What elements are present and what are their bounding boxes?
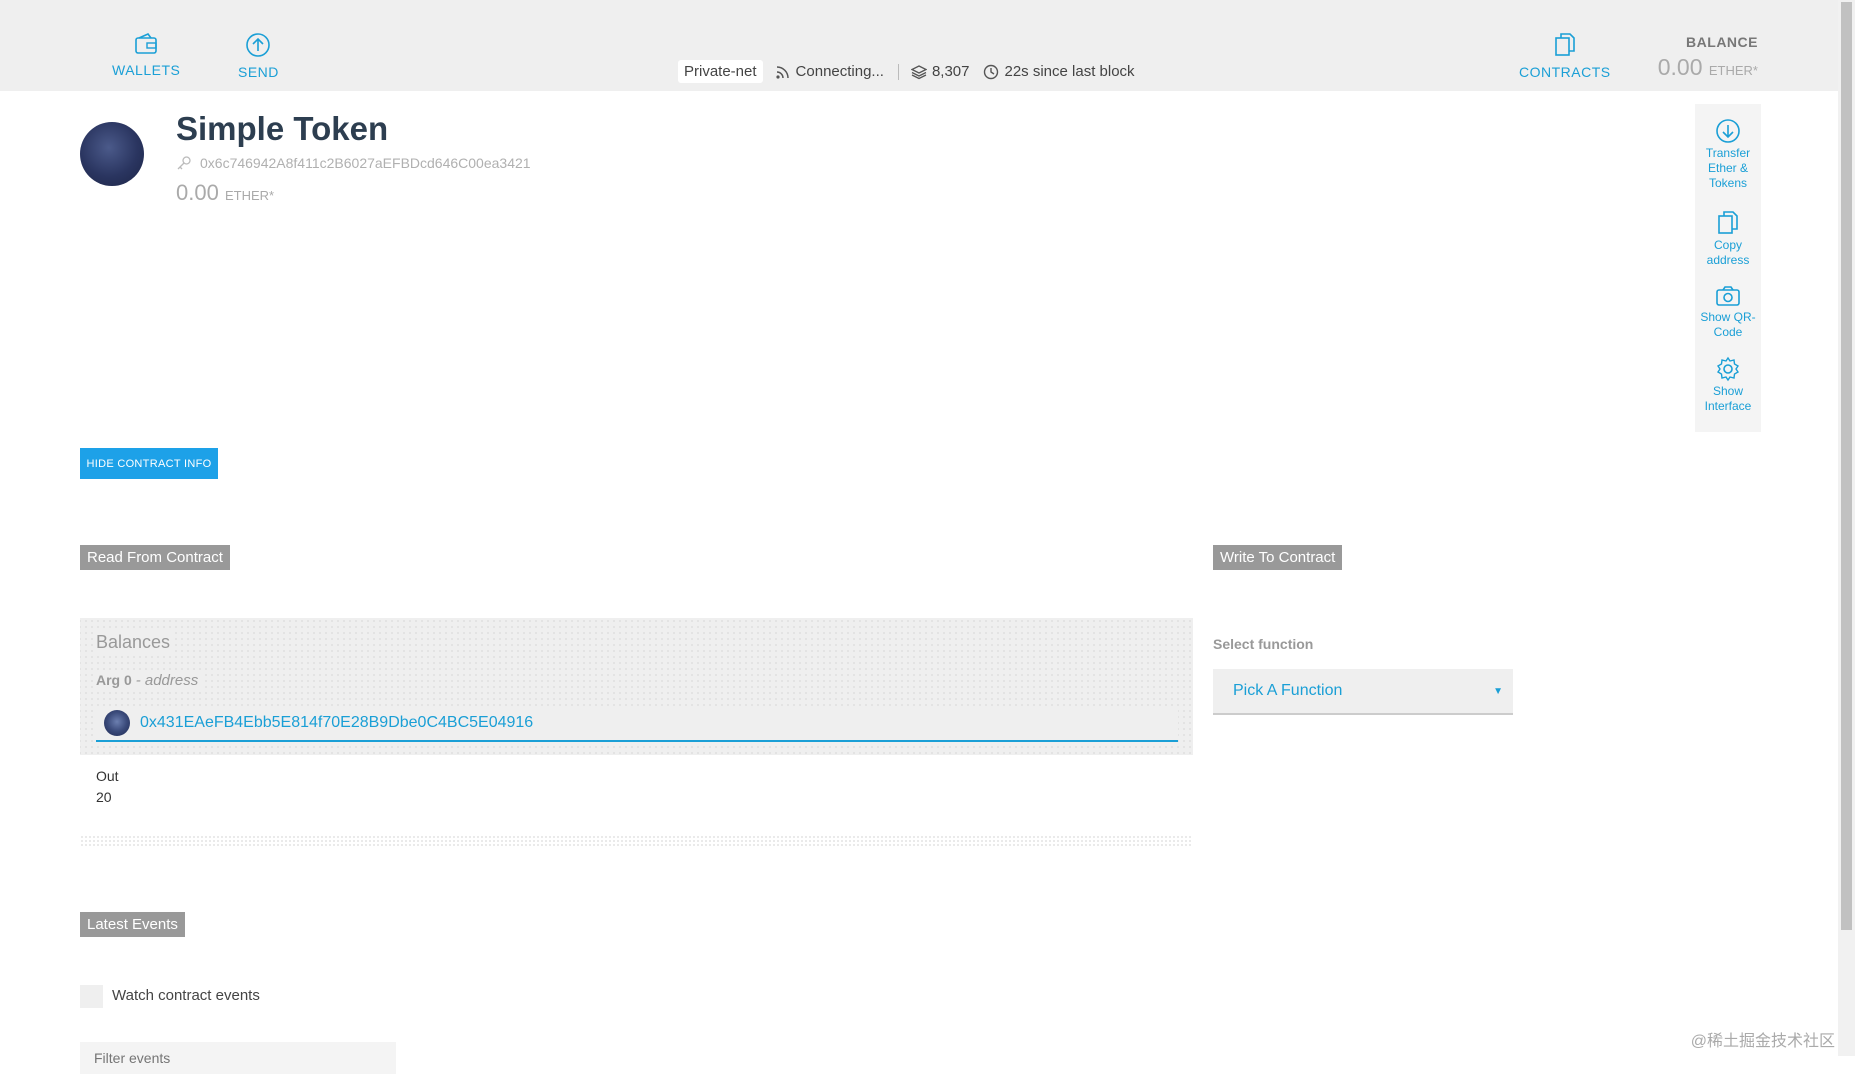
side-actions-panel: Transfer Ether & Tokens Copy address Sho… [1695, 104, 1761, 432]
watch-events-label: Watch contract events [112, 987, 260, 1004]
read-from-contract-heading: Read From Contract [80, 545, 230, 570]
interface-line-2: Interface [1704, 399, 1752, 413]
write-to-contract-heading: Write To Contract [1213, 545, 1343, 570]
transfer-ether-tokens-button[interactable]: Transfer Ether & Tokens [1695, 118, 1761, 191]
address-input[interactable]: 0x431EAeFB4Ebb5E814f70E28B9Dbe0C4BC5E049… [96, 706, 1178, 742]
watermark-text: @稀土掘金技术社区 [1690, 1033, 1835, 1050]
wallet-icon [135, 33, 157, 54]
arg-label: Arg 0 [96, 672, 132, 688]
contracts-icon [1555, 33, 1575, 56]
hide-contract-info-button[interactable]: HIDE CONTRACT INFO [80, 448, 218, 479]
send-label: SEND [238, 64, 279, 80]
arg-type: - address [135, 672, 199, 689]
transfer-line-3: Tokens [1708, 176, 1748, 190]
send-arrow-icon [246, 33, 271, 57]
rss-icon [775, 65, 789, 79]
copy-line-1: Copy [1713, 238, 1742, 252]
divider [897, 63, 899, 80]
block-number-text: 8,307 [931, 63, 970, 80]
select-function-dropdown[interactable]: Pick A Function ▼ [1213, 669, 1513, 715]
send-nav[interactable]: SEND [238, 32, 279, 80]
function-name: Balances [96, 632, 175, 653]
balance-value: 0.00 [1657, 54, 1703, 80]
block-number: 8,307 [910, 63, 970, 80]
address-input-value: 0x431EAeFB4Ebb5E814f70E28B9Dbe0C4BC5E049… [140, 714, 534, 731]
qr-line-2: Code [1713, 325, 1743, 339]
peers-status: Connecting... [775, 63, 884, 80]
select-function-value: Pick A Function [1233, 682, 1343, 699]
clock-icon [984, 64, 999, 79]
header-balance: BALANCE 0.00 ETHER* [1658, 34, 1758, 81]
output-value: 20 [96, 789, 112, 805]
layers-icon [910, 64, 927, 79]
watch-events-checkbox[interactable] [80, 985, 103, 1008]
block-time: 22s since last block [983, 63, 1135, 80]
contract-avatar [80, 122, 144, 186]
show-interface-button[interactable]: Show Interface [1695, 356, 1761, 414]
contracts-label: CONTRACTS [1519, 64, 1611, 80]
copy-line-2: address [1706, 253, 1750, 267]
latest-events-heading: Latest Events [80, 912, 185, 937]
card-footer-divider [80, 835, 1193, 847]
chevron-down-icon: ▼ [1493, 685, 1503, 697]
transfer-line-2: Ether & [1707, 161, 1749, 175]
copy-icon [1718, 211, 1738, 234]
wallets-label: WALLETS [112, 62, 181, 78]
copy-address-button[interactable]: Copy address [1695, 210, 1761, 268]
argument-label: Arg 0 - address [96, 672, 203, 689]
contract-balance: 0.00 ETHER* [176, 180, 274, 206]
key-icon [177, 156, 191, 170]
contract-address: 0x6c746942A8f411c2B6027aEFBDcd646C00ea34… [176, 155, 531, 171]
block-time-text: 22s since last block [1004, 63, 1135, 80]
network-name: Private-net [678, 60, 763, 83]
download-circle-icon [1716, 119, 1740, 143]
network-status: Private-net Connecting... 8,307 22s sinc… [678, 60, 1149, 83]
balance-value-wrap: 0.00 ETHER* [1658, 54, 1758, 81]
balance-label: BALANCE [1686, 34, 1758, 50]
peers-text: Connecting... [795, 63, 884, 80]
show-qr-code-button[interactable]: Show QR- Code [1695, 284, 1761, 340]
page-title: Simple Token [176, 110, 389, 147]
top-header: WALLETS SEND Private-net Connecting... 8… [0, 0, 1838, 91]
output-label: Out [96, 768, 119, 784]
scrollbar-thumb[interactable] [1841, 2, 1852, 930]
contract-balance-value: 0.00 [176, 180, 219, 205]
gear-icon [1717, 356, 1739, 382]
wallets-nav[interactable]: WALLETS [112, 32, 180, 78]
transfer-line-1: Transfer [1705, 146, 1751, 160]
filter-events-input[interactable] [80, 1042, 396, 1074]
contract-address-text: 0x6c746942A8f411c2B6027aEFBDcd646C00ea34… [200, 155, 531, 171]
camera-icon [1716, 286, 1740, 306]
select-function-label: Select function [1213, 636, 1314, 652]
interface-line-1: Show [1712, 384, 1744, 398]
balances-function-card: Balances Arg 0 - address 0x431EAeFB4Ebb5… [80, 618, 1193, 755]
contracts-nav[interactable]: CONTRACTS [1519, 32, 1611, 80]
address-identicon [104, 710, 130, 736]
contract-balance-unit: ETHER* [224, 188, 275, 203]
vertical-scrollbar[interactable] [1838, 0, 1855, 1056]
balance-unit: ETHER* [1708, 63, 1758, 78]
qr-line-1: Show QR- [1700, 310, 1756, 324]
